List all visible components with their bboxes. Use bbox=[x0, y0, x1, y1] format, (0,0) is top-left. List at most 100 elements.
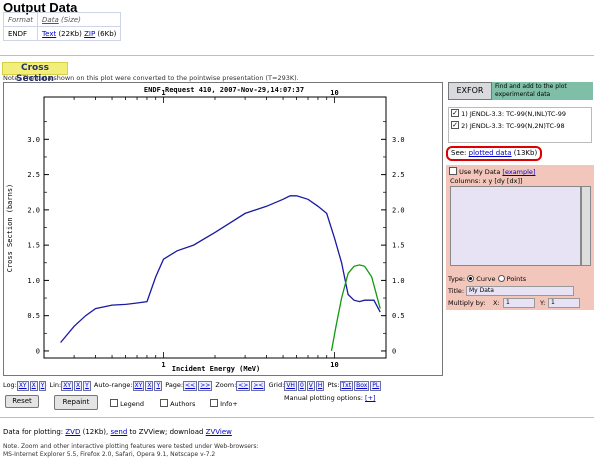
manual-toggle-link[interactable]: [+] bbox=[365, 394, 376, 402]
y-multiply-input[interactable]: 1 bbox=[548, 298, 580, 308]
plot-toolbar: Log: XY X Y Lin: XY X Y Auto-range: XY X Y Page: <… bbox=[3, 381, 382, 391]
autorange-x-button[interactable]: X bbox=[145, 381, 154, 391]
x-multiply-label: X: bbox=[493, 299, 500, 307]
info-checkbox[interactable] bbox=[210, 399, 218, 407]
series-line bbox=[330, 264, 381, 352]
points-radio[interactable] bbox=[497, 274, 505, 282]
dataset-checkbox[interactable]: ✓ bbox=[451, 121, 459, 129]
manual-label: Manual plotting options: bbox=[284, 394, 363, 402]
textarea-scrollbar[interactable] bbox=[581, 186, 591, 266]
repaint-button[interactable]: Repaint bbox=[54, 395, 98, 410]
output-data-table: Format Data (Size) ENDF Text (22Kb) ZIP … bbox=[2, 12, 122, 41]
plot-area[interactable]: ENDF Request 410, 2007-Nov-29,14:07:37 C… bbox=[3, 82, 443, 376]
y-tick-label: 2.5 bbox=[27, 171, 40, 179]
browser-list: MS-Internet Explorer 5.5, Firefox 2.0, S… bbox=[3, 450, 216, 458]
curve-label: Curve bbox=[476, 275, 496, 283]
zip-size: (6Kb) bbox=[97, 29, 117, 38]
plot-frame bbox=[43, 96, 387, 359]
legend-checkbox[interactable] bbox=[110, 399, 118, 407]
grid-vh-button[interactable]: VH bbox=[284, 381, 297, 391]
pts-pl-button[interactable]: PL bbox=[370, 381, 382, 391]
multiply-label: Multiply by: bbox=[448, 299, 486, 307]
browser-note: Note. Zoom and other interactive plottin… bbox=[3, 443, 259, 458]
legend-label: Legend bbox=[120, 400, 144, 408]
grid-0-button[interactable]: 0 bbox=[297, 381, 306, 391]
dataset-label: 2) JENDL-3.3: TC-99(N,2N)TC-98 bbox=[461, 122, 565, 130]
lin-xy-button[interactable]: XY bbox=[61, 381, 73, 391]
zvview-link[interactable]: ZVView bbox=[206, 428, 232, 436]
pts-box-button[interactable]: Box bbox=[354, 381, 370, 391]
x-tick-label-top: 1 bbox=[161, 89, 165, 97]
y-tick-label-right: 2.0 bbox=[392, 206, 405, 214]
authors-label: Authors bbox=[170, 400, 196, 408]
my-data-textarea[interactable] bbox=[450, 186, 581, 266]
format-cell: ENDF bbox=[2, 26, 39, 41]
authors-checkbox[interactable] bbox=[160, 399, 168, 407]
text-link[interactable]: Text bbox=[42, 30, 56, 38]
log-y-button[interactable]: Y bbox=[38, 381, 47, 391]
pts-label: Pts: bbox=[327, 381, 340, 389]
plotted-data-box: See: plotted data (13Kb) bbox=[446, 146, 542, 161]
reset-button[interactable]: Reset bbox=[5, 395, 39, 408]
exfor-description: Find and add to the plot experimental da… bbox=[492, 82, 593, 100]
use-my-data-checkbox[interactable] bbox=[449, 167, 457, 175]
send-link[interactable]: send bbox=[110, 428, 127, 436]
text-size: (22Kb) bbox=[58, 29, 82, 38]
series-line bbox=[60, 195, 381, 343]
autorange-y-button[interactable]: Y bbox=[154, 381, 163, 391]
autorange-label: Auto-range: bbox=[93, 381, 133, 389]
y-tick-label: 0 bbox=[36, 347, 40, 355]
grid-h-button[interactable]: H bbox=[315, 381, 325, 391]
pts-txt-button[interactable]: Txt bbox=[339, 381, 354, 391]
x-multiply-input[interactable]: 1 bbox=[503, 298, 535, 308]
title-input[interactable]: My Data bbox=[466, 286, 574, 296]
y-tick-label-right: 1.5 bbox=[392, 242, 405, 250]
legend-option: Legend bbox=[110, 399, 144, 408]
to-zvview-text: to ZVView; download bbox=[129, 428, 204, 436]
zoom-out-button[interactable]: >< bbox=[251, 381, 266, 391]
example-link[interactable]: [example] bbox=[502, 168, 535, 176]
page-next-button[interactable]: >> bbox=[198, 381, 213, 391]
data-for-plotting: Data for plotting: ZVD (12Kb), send to Z… bbox=[3, 428, 232, 436]
y-axis-label: Cross Section (barns) bbox=[6, 184, 14, 273]
page-prev-button[interactable]: << bbox=[183, 381, 198, 391]
y-tick-label-right: 1.0 bbox=[392, 277, 405, 285]
y-tick-label-right: 0 bbox=[392, 347, 396, 355]
log-label: Log: bbox=[3, 381, 17, 389]
zvd-link[interactable]: ZVD bbox=[65, 428, 80, 436]
autorange-xy-button[interactable]: XY bbox=[132, 381, 145, 391]
dataset-item[interactable]: ✓ 1) JENDL-3.3: TC-99(N,INL)TC-99 bbox=[449, 108, 591, 120]
x-tick-label-top: 10 bbox=[330, 89, 338, 97]
plot-note: Note. The data shown on this plot were c… bbox=[3, 74, 299, 82]
zip-link[interactable]: ZIP bbox=[84, 30, 95, 38]
cross-section-chart[interactable]: ENDF Request 410, 2007-Nov-29,14:07:37 C… bbox=[4, 83, 444, 377]
see-label: See: bbox=[451, 149, 467, 157]
grid-v-button[interactable]: V bbox=[306, 381, 315, 391]
lin-label: Lin: bbox=[49, 381, 62, 389]
y-tick-label-right: 0.5 bbox=[392, 312, 405, 320]
log-xy-button[interactable]: XY bbox=[16, 381, 29, 391]
y-tick-label: 2.0 bbox=[27, 206, 40, 214]
columns-label: Columns: x y [dy [dx]] bbox=[450, 177, 523, 185]
curve-radio[interactable] bbox=[467, 274, 475, 282]
zvd-size: (12Kb), bbox=[82, 428, 109, 436]
use-my-data-row: Use My Data [example] bbox=[449, 167, 535, 176]
authors-option: Authors bbox=[160, 399, 196, 408]
x-axis-label: Incident Energy (MeV) bbox=[172, 365, 261, 373]
zoom-in-button[interactable]: <> bbox=[236, 381, 251, 391]
format-header: Format bbox=[2, 12, 39, 27]
page-label: Page: bbox=[165, 381, 184, 389]
exfor-button[interactable]: EXFOR bbox=[448, 82, 492, 100]
lin-y-button[interactable]: Y bbox=[83, 381, 91, 391]
manual-options: Manual plotting options: [+] bbox=[284, 394, 376, 402]
data-cell: Text (22Kb) ZIP (6Kb) bbox=[37, 26, 122, 41]
lin-x-button[interactable]: X bbox=[74, 381, 83, 391]
y-tick-label: 1.0 bbox=[27, 277, 40, 285]
dataset-label: 1) JENDL-3.3: TC-99(N,INL)TC-99 bbox=[461, 110, 567, 118]
type-row: Type: Curve Points bbox=[448, 274, 526, 283]
plotted-data-link[interactable]: plotted data bbox=[469, 149, 512, 157]
dataset-item[interactable]: ✓ 2) JENDL-3.3: TC-99(N,2N)TC-98 bbox=[449, 120, 591, 132]
log-x-button[interactable]: X bbox=[29, 381, 38, 391]
y-tick-label-right: 2.5 bbox=[392, 171, 405, 179]
dataset-checkbox[interactable]: ✓ bbox=[451, 109, 459, 117]
